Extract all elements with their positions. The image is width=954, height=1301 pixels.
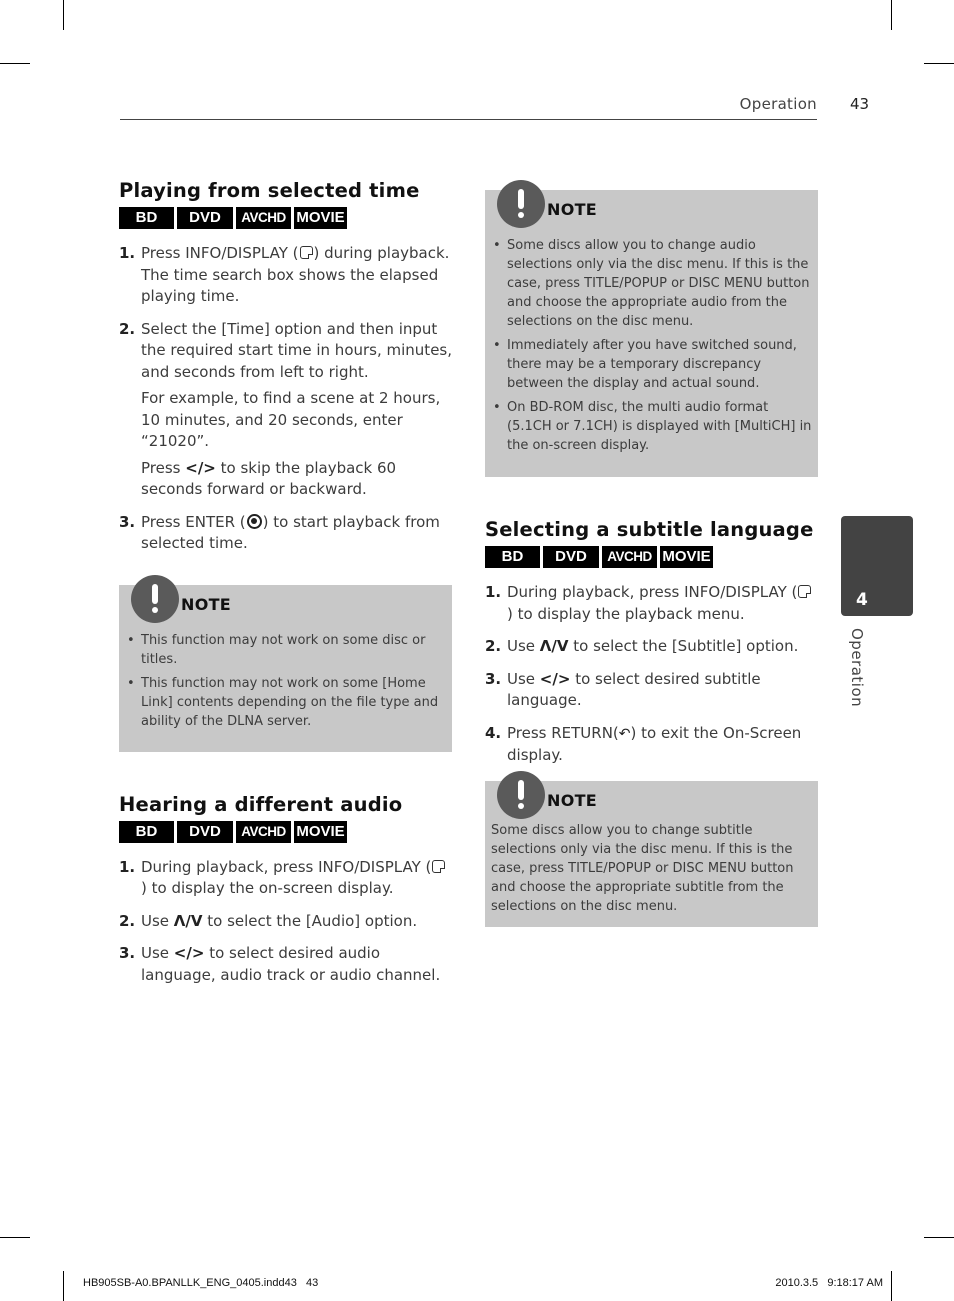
chapter-label: Operation <box>848 628 866 708</box>
step-item: 1. During playback, press INFO/DISPLAY (… <box>485 582 818 625</box>
crop-mark <box>891 1271 892 1301</box>
step-number: 2. <box>119 911 136 930</box>
exclamation-icon <box>131 574 179 623</box>
step-number: 3. <box>119 944 136 962</box>
steps-list: 1. Press INFO/DISPLAY () during playback… <box>119 243 452 555</box>
header-rule <box>120 119 817 120</box>
footer-timestamp: 2010.3.5 9:18:17 AM <box>775 1277 883 1289</box>
left-column: Playing from selected time BD DVD AVCHD … <box>119 178 452 997</box>
crop-mark <box>0 63 30 64</box>
step-number: 1. <box>119 857 136 876</box>
step-item: 2. Use Λ/V to select the [Audio] option. <box>119 911 452 933</box>
step-example: For example, to find a scene at 2 hours,… <box>141 389 441 450</box>
badge-avchd: AVCHD <box>602 546 657 568</box>
step-item: 3. Use </> to select desired audio langu… <box>119 943 452 986</box>
step-text: Press <box>141 458 186 477</box>
running-header-section: Operation <box>739 95 817 113</box>
badge-dvd: DVD <box>177 820 233 843</box>
badge-dvd: DVD <box>177 207 233 229</box>
crop-mark <box>924 63 954 64</box>
disc-badges: BD DVD AVCHD MOVIE <box>119 820 452 843</box>
step-item: 3. Use </> to select desired subtitle la… <box>485 669 818 712</box>
section-hearing-different-audio: Hearing a different audio BD DVD AVCHD M… <box>119 792 452 987</box>
right-column: NOTE • Some discs allow you to change aud… <box>485 178 818 927</box>
exclamation-icon <box>497 180 545 228</box>
steps-list: 1. During playback, press INFO/DISPLAY (… <box>485 582 818 767</box>
badge-bd: BD <box>119 820 174 843</box>
note-box: NOTE • Some discs allow you to change aud… <box>485 180 818 477</box>
info-display-icon <box>432 859 446 873</box>
note-box: NOTE • This function may not work on some… <box>119 574 452 752</box>
note-title: NOTE <box>547 790 598 810</box>
badge-bd: BD <box>485 546 540 568</box>
badge-avchd: AVCHD <box>236 207 291 229</box>
section-title: Playing from selected time <box>119 179 420 202</box>
note-item: • This function may not work on some [Hom… <box>127 675 439 729</box>
badge-dvd: DVD <box>543 546 599 568</box>
disc-badges: BD DVD AVCHD MOVIE <box>119 207 452 229</box>
badge-movie: MOVIE <box>294 207 347 229</box>
step-text: Press ENTER ( <box>141 512 246 531</box>
badge-avchd: AVCHD <box>236 820 291 843</box>
chapter-tab: 4 <box>841 516 913 616</box>
footer-file-slug: HB905SB-A0.BPANLLK_ENG_0405.indd43 43 <box>83 1277 319 1289</box>
step-item: 1. Press INFO/DISPLAY () during playback… <box>119 243 452 308</box>
note-title: NOTE <box>547 200 598 219</box>
section-title: Hearing a different audio <box>119 792 403 816</box>
step-text: Press INFO/DISPLAY ( <box>141 244 299 262</box>
step-item: 3. Press ENTER () to start playback from… <box>119 512 452 555</box>
step-item: 2. Use Λ/V to select the [Subtitle] opti… <box>485 636 818 658</box>
step-number: 1. <box>485 583 502 601</box>
crop-mark <box>63 0 64 30</box>
step-item: 4. Press RETURN(↶) to exit the On-Screen… <box>485 723 818 767</box>
step-text: Select the [Time] option and then input … <box>141 319 453 381</box>
note-box: NOTE Some discs allow you to change subt… <box>485 770 818 927</box>
section-selecting-subtitle-language: Selecting a subtitle language BD DVD AVC… <box>485 517 818 927</box>
step-number: 3. <box>119 512 136 531</box>
note-item: • This function may not work on some disc… <box>127 632 426 667</box>
section-playing-from-selected-time: Playing from selected time BD DVD AVCHD … <box>119 178 452 752</box>
note-item: • Some discs allow you to change audio se… <box>493 238 810 329</box>
return-icon: ↶ <box>618 725 631 742</box>
step-number: 1. <box>119 244 136 262</box>
left-right-arrows-icon: </> <box>173 944 205 962</box>
step-number: 3. <box>485 669 502 688</box>
up-down-arrows-icon: Λ/V <box>539 637 569 655</box>
steps-list: 1. During playback, press INFO/DISPLAY (… <box>119 857 452 987</box>
enter-icon <box>246 513 262 529</box>
section-title: Selecting a subtitle language <box>485 518 814 541</box>
disc-badges: BD DVD AVCHD MOVIE <box>485 546 818 568</box>
left-right-arrows-icon: </> <box>185 458 216 477</box>
crop-mark <box>0 1237 30 1238</box>
note-title: NOTE <box>181 594 232 614</box>
exclamation-icon <box>497 770 545 819</box>
info-display-icon <box>798 585 812 598</box>
step-number: 4. <box>485 723 502 742</box>
note-item: • On BD-ROM disc, the multi audio format … <box>493 400 812 453</box>
step-number: 2. <box>119 319 136 338</box>
up-down-arrows-icon: Λ/V <box>173 911 203 930</box>
step-number: 2. <box>485 637 502 655</box>
info-display-icon <box>299 246 313 259</box>
step-item: 2. Select the [Time] option and then inp… <box>119 319 452 501</box>
chapter-number: 4 <box>856 590 868 610</box>
step-item: 1. During playback, press INFO/DISPLAY (… <box>119 857 452 900</box>
crop-mark <box>924 1237 954 1238</box>
badge-movie: MOVIE <box>660 546 713 568</box>
note-item: • Immediately after you have switched sou… <box>493 338 797 391</box>
page-number: 43 <box>850 95 870 113</box>
badge-bd: BD <box>119 207 174 229</box>
badge-movie: MOVIE <box>294 820 347 843</box>
left-right-arrows-icon: </> <box>539 669 571 688</box>
crop-mark <box>63 1271 64 1301</box>
crop-mark <box>891 0 892 30</box>
